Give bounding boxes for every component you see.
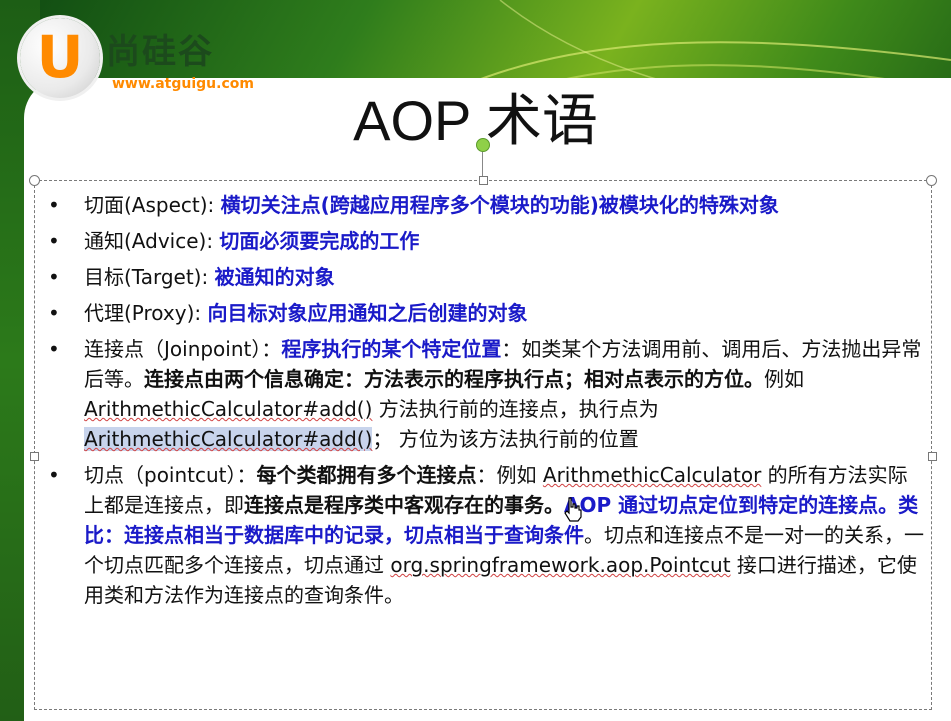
logo-name: 尚硅谷 [106,32,214,72]
term-label: 切点（pointcut）： [84,463,257,487]
bullet-dot: • [48,229,60,253]
term-label: 切面(Aspect): [84,193,221,217]
selected-code-reference[interactable]: ArithmethicCalculator#add() [84,427,373,451]
resize-handle-top-right[interactable] [926,175,937,186]
bullet-dot: • [48,193,60,217]
list-item-advice: • 通知(Advice): 切面必须要完成的工作 [44,226,924,256]
term-label: 目标(Target): [84,265,215,289]
bullet-dot: • [48,337,60,361]
term-description: 被通知的对象 [214,265,335,289]
hand-cursor-icon [564,497,582,522]
resize-handle-middle-right[interactable] [928,452,937,461]
logo-letter: U [36,23,84,91]
term-text: 例如 [764,367,804,391]
list-item-aspect: • 切面(Aspect): 横切关注点(跨越应用程序多个模块的功能)被模块化的特… [44,190,924,220]
bullet-dot: • [48,265,60,289]
term-description: 横切关注点(跨越应用程序多个模块的功能)被模块化的特殊对象 [220,193,779,217]
list-item-joinpoint: • 连接点（Joinpoint）：程序执行的某个特定位置：如类某个方法调用前、调… [44,334,924,454]
terms-list: • 切面(Aspect): 横切关注点(跨越应用程序多个模块的功能)被模块化的特… [44,190,924,616]
term-label: 代理(Proxy): [84,301,208,325]
term-text: ； 方位为该方法执行前的位置 [372,427,639,451]
term-text-bold: 连接点由两个信息确定：方法表示的程序执行点；相对点表示的方位。 [144,367,764,391]
resize-handle-top-left[interactable] [29,175,40,186]
resize-handle-top-center[interactable] [479,176,488,185]
list-item-proxy: • 代理(Proxy): 向目标对象应用通知之后创建的对象 [44,298,924,328]
term-text-bold: 连接点是程序类中客观存在的事务。 [244,493,564,517]
term-description: 向目标对象应用通知之后创建的对象 [207,301,528,325]
code-reference: org.springframework.aop.Pointcut [390,553,731,577]
bullet-dot: • [48,463,60,487]
list-item-pointcut: • 切点（pointcut）：每个类都拥有多个连接点：例如 Arithmethi… [44,460,924,610]
code-reference: ArithmethicCalculator [542,463,762,487]
term-text: 方法执行前的连接点，执行点为 [372,397,659,421]
term-text: ：例如 [476,463,543,487]
term-label: 连接点（Joinpoint）： [84,337,282,361]
resize-handle-middle-left[interactable] [30,452,39,461]
bullet-dot: • [48,301,60,325]
term-label: 通知(Advice): [84,229,220,253]
term-description: 切面必须要完成的工作 [219,229,420,253]
list-item-target: • 目标(Target): 被通知的对象 [44,262,924,292]
brand-logo: U 尚硅谷 www.atguigu.com [20,18,260,98]
term-description-highlight: 程序执行的某个特定位置 [281,337,502,361]
term-text-bold: 每个类都拥有多个连接点 [256,463,477,487]
code-reference: ArithmethicCalculator#add() [84,397,373,421]
rotate-handle[interactable] [476,138,490,152]
